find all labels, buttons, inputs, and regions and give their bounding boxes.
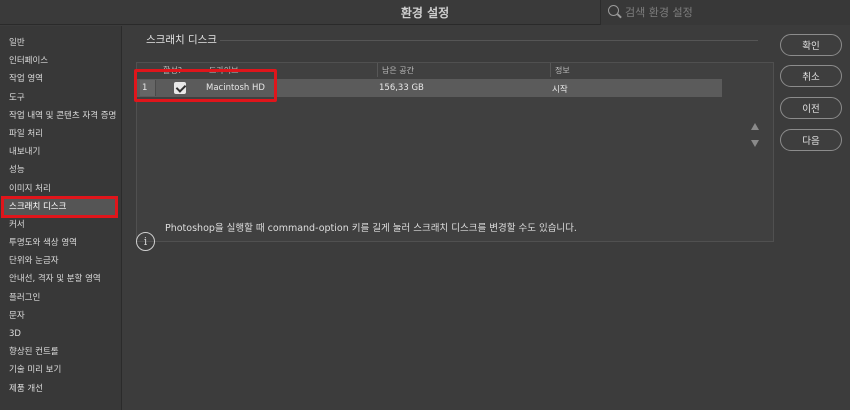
sidebar-item-enhanced-controls[interactable]: 향상된 컨트롤 — [0, 343, 121, 361]
scratch-disk-table: 활성? 드라이브 남은 공간 정보 1 Macintosh HD 156,33 … — [136, 62, 774, 242]
sidebar-item-guides-grid-slices[interactable]: 안내선, 격자 및 분할 영역 — [0, 270, 121, 288]
sidebar-item-history-credentials[interactable]: 작업 내역 및 콘텐츠 자격 증명 — [0, 107, 121, 125]
table-row[interactable]: 1 Macintosh HD 156,33 GB 시작 — [137, 79, 722, 97]
column-divider — [550, 63, 551, 77]
sidebar-item-3d[interactable]: 3D — [0, 325, 121, 343]
title-bar: 환경 설정 — [0, 0, 850, 25]
sidebar-item-interface[interactable]: 인터페이스 — [0, 52, 121, 70]
sidebar-item-general[interactable]: 일반 — [0, 34, 121, 52]
sidebar-item-product-improvement[interactable]: 제품 개선 — [0, 380, 121, 398]
section-divider — [220, 40, 758, 41]
info-message: Photoshop을 실행할 때 command-option 키를 길게 눌러… — [165, 223, 577, 234]
free-space-value: 156,33 GB — [379, 83, 424, 93]
search-input[interactable] — [625, 4, 835, 21]
sidebar-item-scratch-disks[interactable]: 스크래치 디스크 — [1, 195, 118, 218]
sidebar-item-export[interactable]: 내보내기 — [0, 143, 121, 161]
sidebar-item-plugins[interactable]: 플러그인 — [0, 289, 121, 307]
column-divider — [377, 63, 378, 77]
prev-button[interactable]: 이전 — [780, 97, 842, 119]
drive-name: Macintosh HD — [206, 83, 265, 93]
sidebar-item-technology-previews[interactable]: 기술 미리 보기 — [0, 361, 121, 379]
preferences-sidebar: 일반 인터페이스 작업 영역 도구 작업 내역 및 콘텐츠 자격 증명 파일 처… — [0, 26, 122, 410]
next-button[interactable]: 다음 — [780, 129, 842, 151]
move-up-arrow-icon[interactable] — [751, 123, 759, 130]
drive-info: 시작 — [552, 85, 568, 95]
search-box[interactable] — [600, 0, 850, 25]
table-header: 활성? 드라이브 남은 공간 정보 — [137, 63, 773, 77]
info-icon: i — [136, 232, 155, 251]
sidebar-item-workspace[interactable]: 작업 영역 — [0, 70, 121, 88]
sidebar-item-tools[interactable]: 도구 — [0, 89, 121, 107]
section-title: 스크래치 디스크 — [146, 34, 217, 46]
header-info: 정보 — [555, 66, 570, 75]
sidebar-item-transparency-gamut[interactable]: 투명도와 색상 영역 — [0, 234, 121, 252]
header-drive: 드라이브 — [209, 66, 239, 75]
row-index-cell: 1 — [140, 80, 156, 96]
row-index: 1 — [142, 83, 148, 93]
sidebar-item-units-rulers[interactable]: 단위와 눈금자 — [0, 252, 121, 270]
header-active: 활성? — [163, 66, 182, 75]
sidebar-item-type[interactable]: 문자 — [0, 307, 121, 325]
sidebar-item-cursors[interactable]: 커서 — [0, 216, 121, 234]
header-free-space: 남은 공간 — [382, 66, 414, 75]
cancel-button[interactable]: 취소 — [780, 65, 842, 87]
search-icon — [608, 5, 619, 16]
active-checkbox[interactable] — [174, 82, 186, 94]
sidebar-item-performance[interactable]: 성능 — [0, 161, 121, 179]
sidebar-item-file-handling[interactable]: 파일 처리 — [0, 125, 121, 143]
move-down-arrow-icon[interactable] — [751, 140, 759, 147]
sidebar-item-image-processing[interactable]: 이미지 처리 — [0, 180, 121, 198]
scratch-disks-pane: 스크래치 디스크 활성? 드라이브 남은 공간 정보 1 Macintosh H… — [130, 26, 774, 410]
ok-button[interactable]: 확인 — [780, 34, 842, 56]
